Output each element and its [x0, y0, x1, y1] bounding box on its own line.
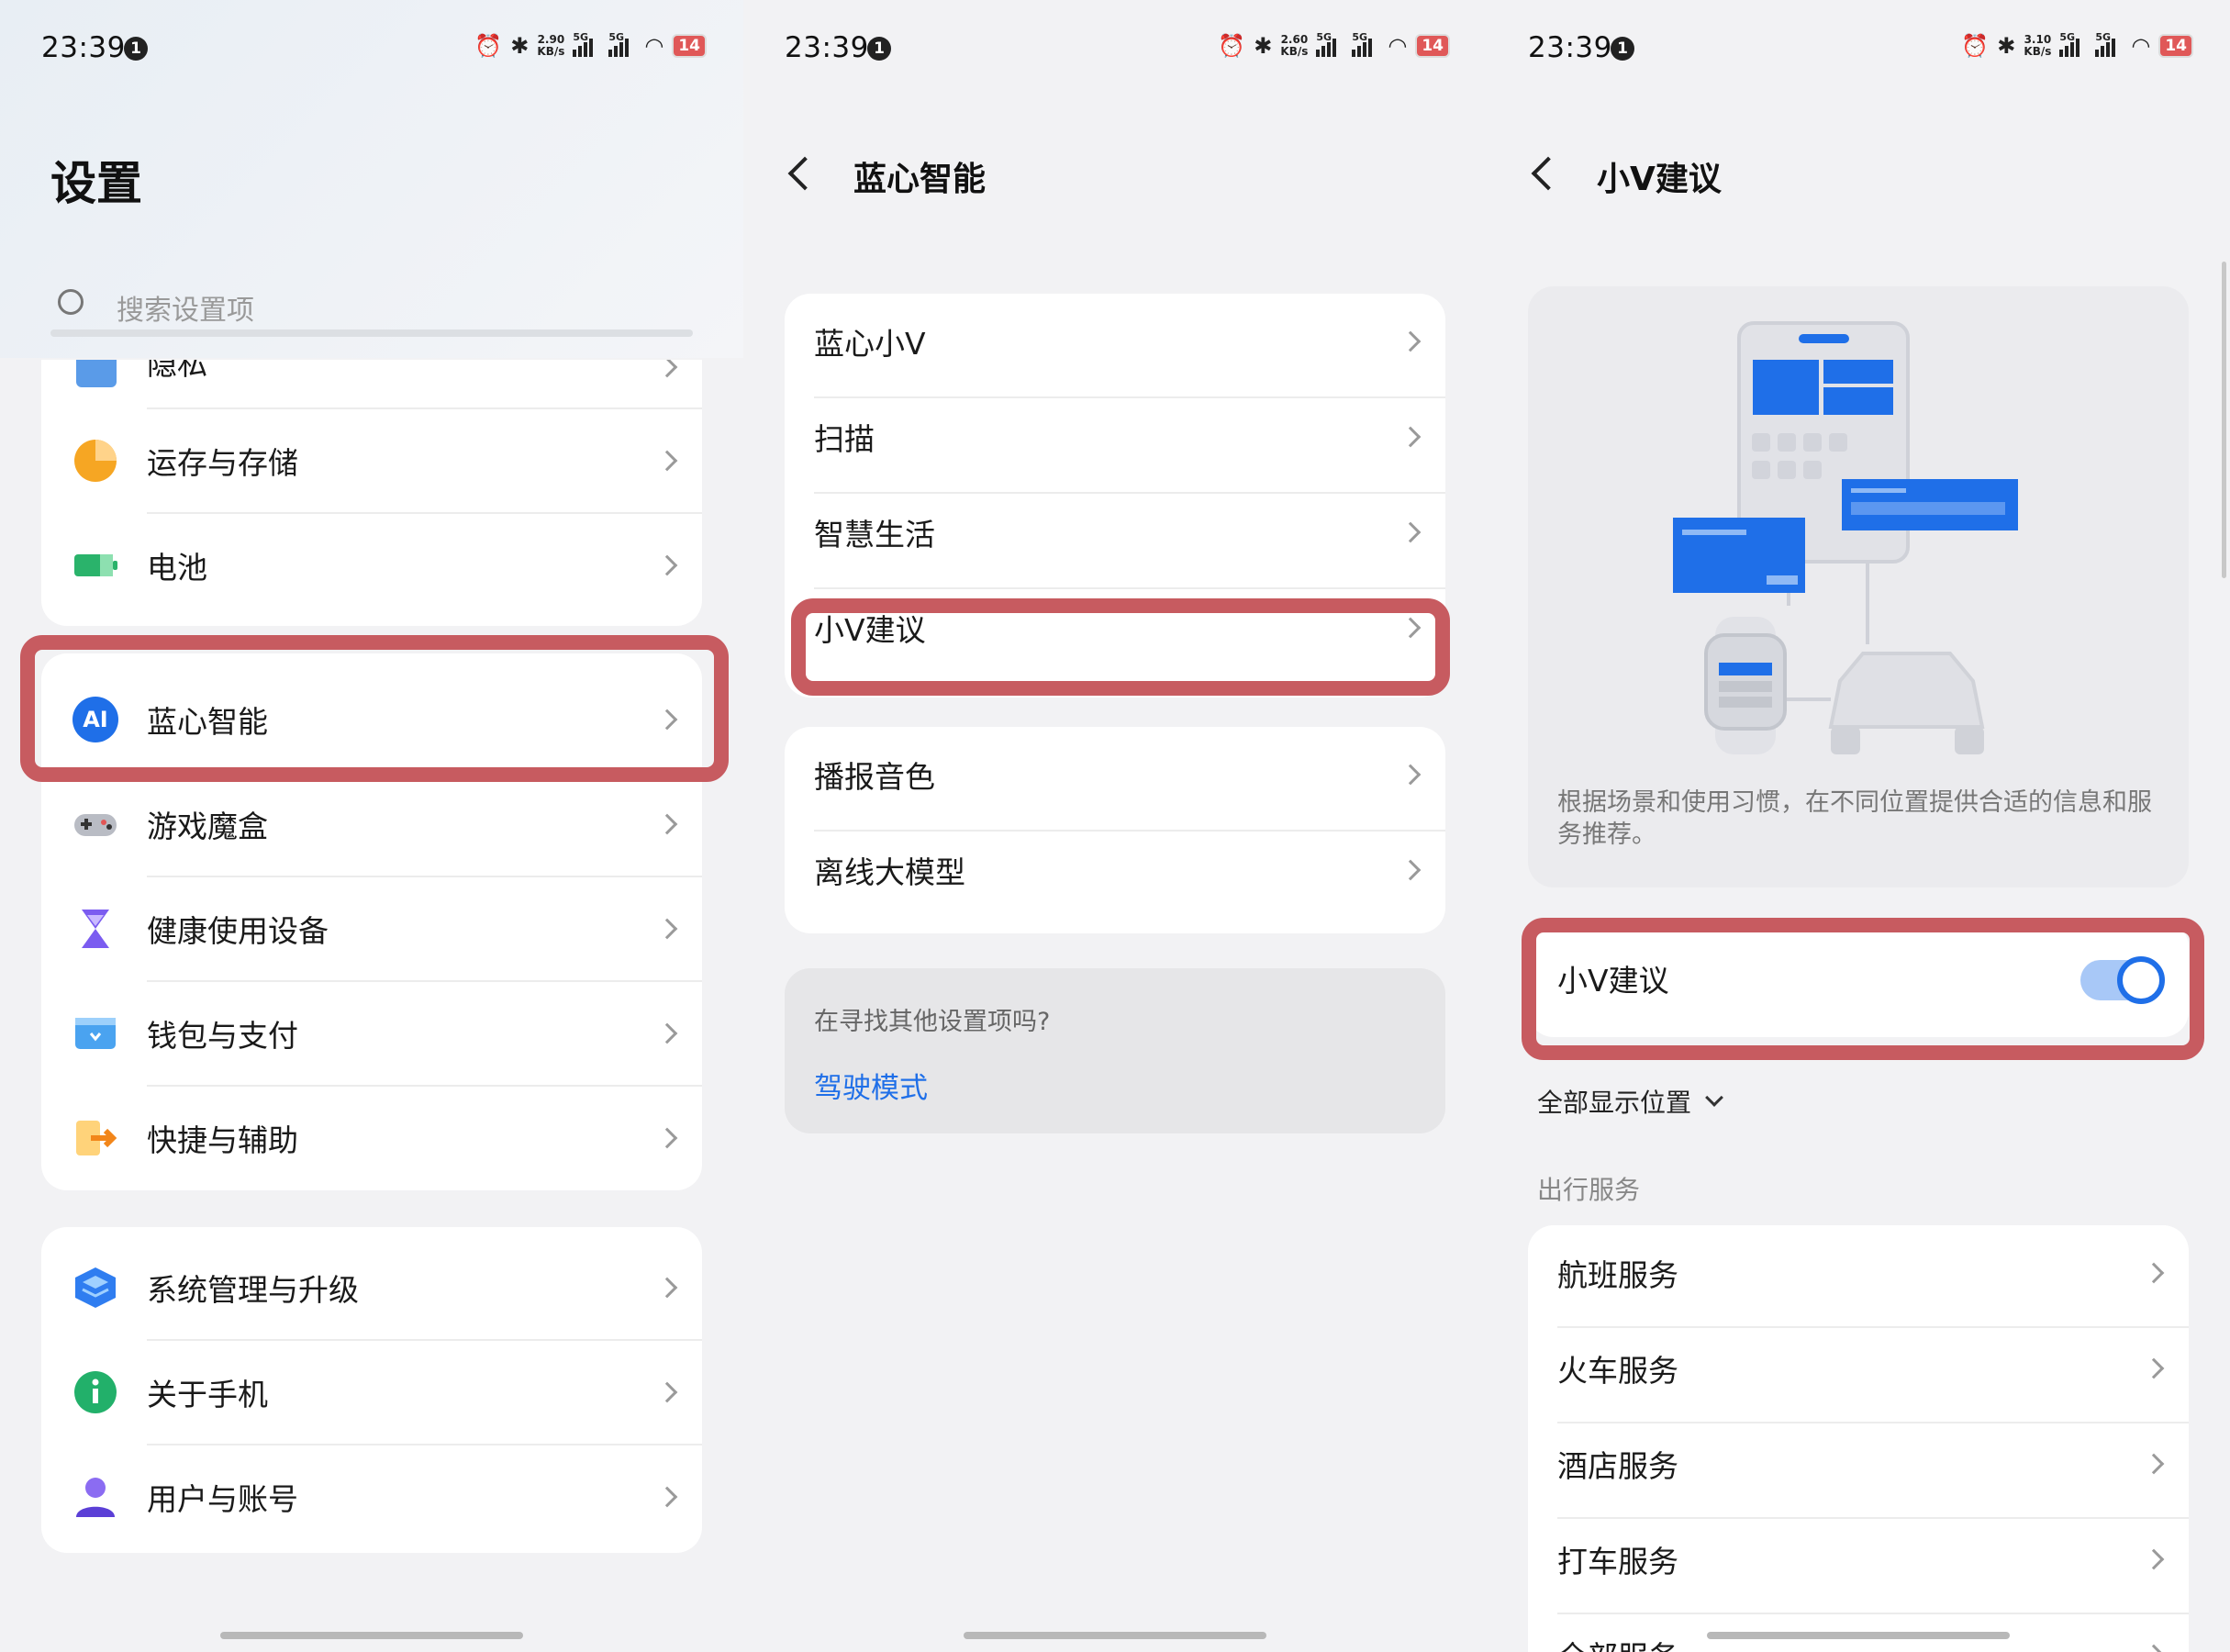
settings-item-storage[interactable]: 运存与存储: [41, 409, 702, 512]
bluetooth-icon: ✱: [1997, 33, 2016, 59]
home-indicator[interactable]: [964, 1632, 1266, 1639]
battery-icon: [74, 554, 117, 576]
bluevivo-item-offline-model[interactable]: 离线大模型: [785, 822, 1445, 918]
page-title: 蓝心智能: [853, 161, 987, 198]
signal-icon: 5G: [573, 31, 600, 57]
illustration-card: 根据场景和使用习惯，在不同位置提供合适的信息和服务推荐。: [1528, 286, 2189, 887]
bluevivo-item-voice[interactable]: 播报音色: [785, 727, 1445, 822]
search-icon: [58, 289, 84, 315]
signal-icon: 5G: [608, 31, 636, 57]
wallet-icon: [75, 1018, 116, 1049]
back-arrow-icon[interactable]: [1531, 156, 1566, 191]
display-position-label: 全部显示位置: [1537, 1088, 1692, 1118]
bluevivo-item-smartlife[interactable]: 智慧生活: [785, 485, 1445, 580]
service-item-train[interactable]: 火车服务: [1528, 1321, 2189, 1416]
settings-item-health[interactable]: 健康使用设备: [41, 877, 702, 980]
settings-item-shortcut[interactable]: 快捷与辅助: [41, 1087, 702, 1189]
signal-icon: 5G: [2059, 31, 2087, 57]
notification-icon: 1: [1611, 37, 1634, 61]
wifi-icon: ◠: [2131, 33, 2151, 59]
signal-icon: 5G: [1352, 31, 1379, 57]
notification-icon: 1: [124, 37, 148, 61]
settings-item-about[interactable]: 关于手机: [41, 1341, 702, 1444]
home-indicator[interactable]: [1707, 1632, 2010, 1639]
net-speed: 3.10 KB/s: [2024, 33, 2052, 58]
status-bar: 23:39 1 ⏰ ✱ 2.60 KB/s 5G 5G ◠ 14: [743, 0, 1487, 101]
search-underline: [50, 329, 693, 337]
bluetooth-icon: ✱: [1254, 33, 1273, 59]
scrollbar[interactable]: [2222, 262, 2226, 578]
help-question: 在寻找其他设置项吗?: [814, 1008, 1051, 1036]
highlight-toggle: [1522, 918, 2204, 1060]
status-time: 23:39: [41, 31, 126, 64]
settings-group-3: 系统管理与升级 关于手机 用户与账号: [41, 1227, 702, 1553]
hourglass-icon: [82, 910, 109, 948]
devices-illustration: [1673, 321, 2018, 754]
service-item-hotel[interactable]: 酒店服务: [1528, 1416, 2189, 1512]
status-bar: 23:39 1 ⏰ ✱ 2.90 KB/s 5G 5G ◠ 14: [0, 0, 743, 101]
pie-chart-icon: [74, 440, 117, 482]
notification-icon: 1: [867, 37, 891, 61]
search-bar[interactable]: 搜索设置项: [50, 280, 693, 337]
battery-icon: 14: [1415, 34, 1450, 58]
bluetooth-icon: ✱: [510, 33, 530, 59]
services-card: 航班服务 火车服务 酒店服务 打车服务 全部服务: [1528, 1225, 2189, 1652]
settings-item-system[interactable]: 系统管理与升级: [41, 1236, 702, 1339]
service-item-all[interactable]: 全部服务: [1528, 1607, 2189, 1652]
battery-icon: 14: [672, 34, 707, 58]
alarm-icon: ⏰: [474, 33, 503, 59]
page-title: 小V建议: [1597, 161, 1722, 198]
suggestion-description: 根据场景和使用习惯，在不同位置提供合适的信息和服务推荐。: [1557, 788, 2152, 849]
section-title: 出行服务: [1537, 1175, 1641, 1205]
page-title: 设置: [50, 157, 142, 210]
bluevivo-panel: 23:39 1 ⏰ ✱ 2.60 KB/s 5G 5G ◠ 14 蓝心智能 蓝心小…: [743, 0, 1487, 1652]
home-indicator[interactable]: [220, 1632, 523, 1639]
privacy-icon: [76, 360, 117, 387]
layers-icon: [75, 1267, 116, 1308]
display-position-dropdown[interactable]: 全部显示位置: [1537, 1083, 1723, 1120]
settings-item-privacy[interactable]: 隐私: [41, 360, 702, 396]
status-time: 23:39: [1528, 31, 1612, 64]
net-speed: 2.60 KB/s: [1280, 33, 1309, 58]
back-arrow-icon[interactable]: [787, 156, 822, 191]
bluevivo-item-scan[interactable]: 扫描: [785, 389, 1445, 485]
alarm-icon: ⏰: [1961, 33, 1990, 59]
gamepad-icon: [74, 814, 117, 836]
driving-mode-link[interactable]: 驾驶模式: [814, 1065, 928, 1106]
settings-item-battery[interactable]: 电池: [41, 514, 702, 617]
user-icon: [76, 1478, 115, 1517]
status-icons: ⏰ ✱ 3.10 KB/s 5G 5G ◠ 14: [1961, 31, 2193, 59]
highlight-ai-item: [20, 635, 729, 782]
wifi-icon: ◠: [644, 33, 664, 59]
battery-icon: 14: [2158, 34, 2193, 58]
status-icons: ⏰ ✱ 2.60 KB/s 5G 5G ◠ 14: [1218, 31, 1450, 59]
info-icon: [74, 1371, 117, 1413]
status-icons: ⏰ ✱ 2.90 KB/s 5G 5G ◠ 14: [474, 31, 707, 59]
highlight-suggestion-item: [791, 598, 1450, 696]
settings-group-1: 隐私 运存与存储 电池: [41, 360, 702, 626]
settings-item-account[interactable]: 用户与账号: [41, 1446, 702, 1548]
settings-item-wallet[interactable]: 钱包与支付: [41, 982, 702, 1085]
settings-panel: 23:39 1 ⏰ ✱ 2.90 KB/s 5G 5G ◠ 14 设置 搜索设置项…: [0, 0, 743, 1652]
help-card: 在寻找其他设置项吗? 驾驶模式: [785, 968, 1445, 1133]
chevron-down-icon: [1705, 1088, 1723, 1107]
wifi-icon: ◠: [1388, 33, 1408, 59]
signal-icon: 5G: [1316, 31, 1344, 57]
suggestion-panel: 23:39 1 ⏰ ✱ 3.10 KB/s 5G 5G ◠ 14 小V建议 根据…: [1487, 0, 2230, 1652]
search-input[interactable]: 搜索设置项: [117, 287, 254, 328]
alarm-icon: ⏰: [1218, 33, 1246, 59]
status-time: 23:39: [785, 31, 869, 64]
shortcut-icon: [76, 1121, 117, 1155]
settings-item-game[interactable]: 游戏魔盒: [41, 773, 702, 876]
bluevivo-item-assistant[interactable]: 蓝心小V: [785, 294, 1445, 389]
bluevivo-group-2: 播报音色 离线大模型: [785, 727, 1445, 933]
service-item-taxi[interactable]: 打车服务: [1528, 1512, 2189, 1607]
net-speed: 2.90 KB/s: [537, 33, 565, 58]
signal-icon: 5G: [2095, 31, 2123, 57]
service-item-flight[interactable]: 航班服务: [1528, 1225, 2189, 1321]
status-bar: 23:39 1 ⏰ ✱ 3.10 KB/s 5G 5G ◠ 14: [1487, 0, 2230, 101]
